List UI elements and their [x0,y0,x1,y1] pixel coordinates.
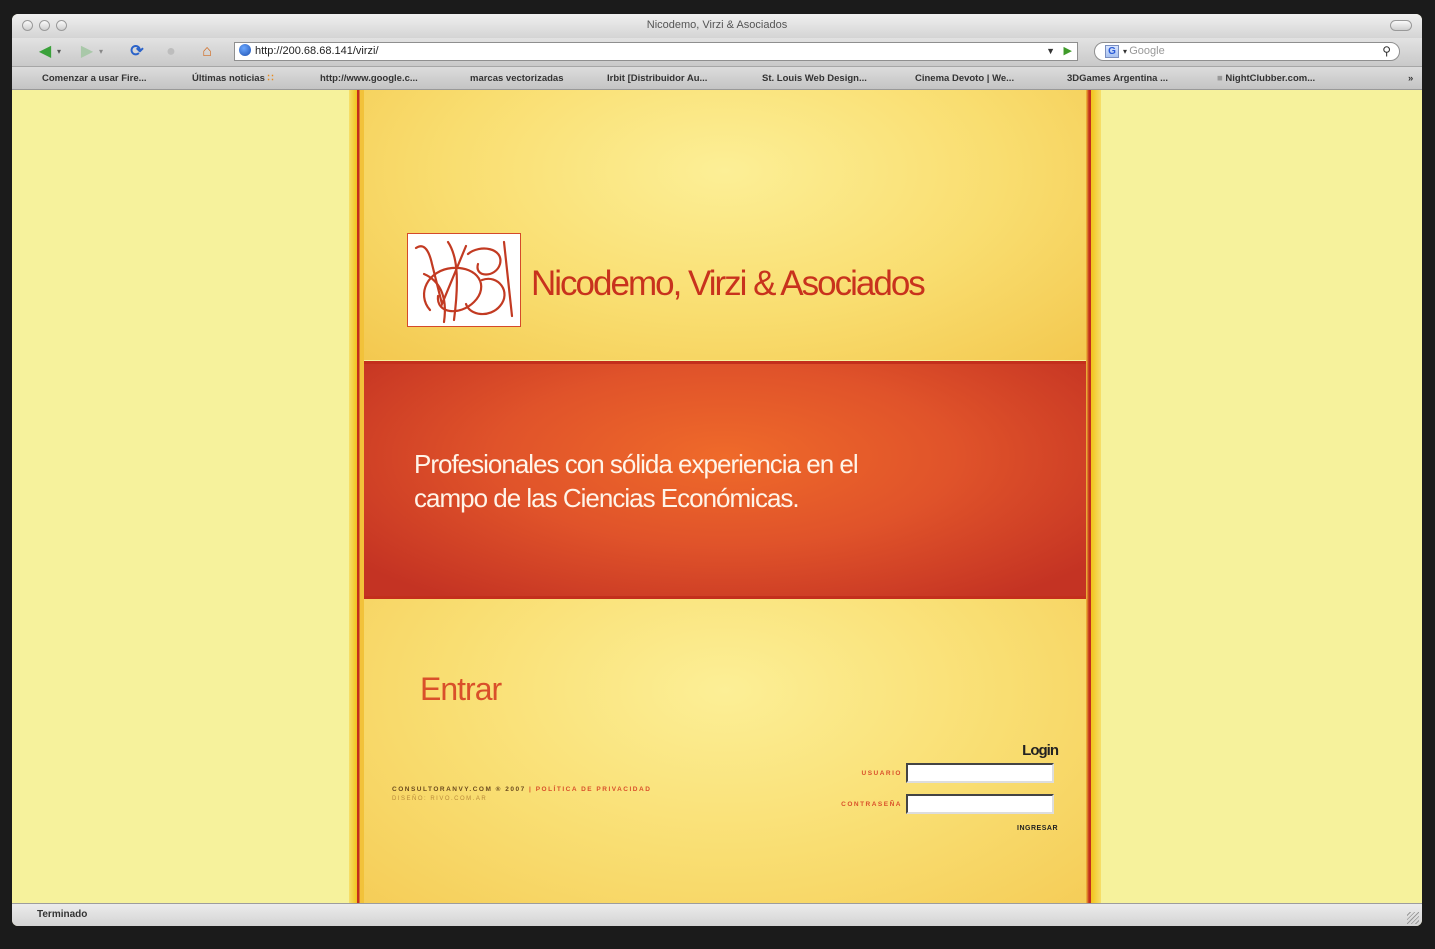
bookmark-item[interactable]: Irbit [Distribuidor Au... [607,73,707,84]
site-container: Nicodemo, Virzi & Asociados Profesionale… [349,90,1101,903]
go-arrow-icon[interactable]: ▶ [1064,43,1072,60]
bookmark-item[interactable]: 3DGames Argentina ... [1067,73,1168,84]
url-text: http://200.68.68.141/virzi/ [255,45,379,57]
bookmark-item[interactable]: http://www.google.c... [320,73,418,84]
resize-grip-icon[interactable] [1407,912,1419,924]
username-input[interactable] [906,763,1054,783]
title-bar: Nicodemo, Virzi & Asociados [12,14,1422,39]
ingresar-button[interactable]: INGRESAR [1017,825,1058,832]
bookmark-item[interactable]: St. Louis Web Design... [762,73,867,84]
footer-copyright: CONSULTORANVY.COM ® 2007 | POLÍTICA DE P… [392,786,652,793]
hero-banner: Profesionales con sólida experiencia en … [364,361,1086,599]
forward-history-dropdown-icon[interactable]: ▾ [96,43,106,61]
search-box[interactable]: G ▾ Google ⚲ [1094,42,1400,61]
search-engine-icon[interactable]: G [1105,45,1119,58]
bookmark-item[interactable]: Últimas noticias ∷ [192,73,274,84]
bookmark-item[interactable]: marcas vectorizadas [470,73,563,84]
navigation-toolbar: ◀ ▾ ▶ ▾ ⟳ ● ⌂ http://200.68.68.141/virzi… [12,38,1422,67]
company-name: Nicodemo, Virzi & Asociados [531,264,926,303]
stop-icon[interactable]: ● [162,43,180,61]
back-arrow-icon[interactable]: ◀ [36,43,54,61]
site-left-border [349,90,364,903]
forward-arrow-icon[interactable]: ▶ [78,43,96,61]
site-right-border [1086,90,1101,903]
search-placeholder: Google [1129,45,1165,57]
login-section: Entrar CONSULTORANVY.COM ® 2007 | POLÍTI… [364,599,1086,903]
rss-icon: ∷ [267,73,274,84]
search-magnifier-icon[interactable]: ⚲ [1382,43,1391,60]
login-title: Login [1022,742,1059,759]
site-content: Nicodemo, Virzi & Asociados Profesionale… [364,90,1086,903]
url-history-dropdown-icon[interactable]: ▼ [1046,43,1055,60]
home-icon[interactable]: ⌂ [198,43,216,61]
monogram-icon [414,240,514,324]
browser-window: Nicodemo, Virzi & Asociados ◀ ▾ ▶ ▾ ⟳ ● … [12,14,1422,926]
bookmarks-overflow-chevron-icon[interactable]: » [1408,73,1413,84]
privacy-policy-link[interactable]: POLÍTICA DE PRIVACIDAD [536,786,652,793]
bookmark-item[interactable]: Comenzar a usar Fire... [42,73,147,84]
username-label: USUARIO [861,770,902,777]
site-header: Nicodemo, Virzi & Asociados [364,90,1086,360]
design-credit-link[interactable]: DISEÑO: RIVO.COM.AR [392,796,487,802]
status-bar: Terminado [12,903,1422,926]
bookmarks-toolbar: Comenzar a usar Fire... Últimas noticias… [12,67,1422,90]
toolbar-toggle-button[interactable] [1390,20,1412,31]
password-input[interactable] [906,794,1054,814]
window-title: Nicodemo, Virzi & Asociados [646,19,788,31]
entrar-heading: Entrar [420,671,502,707]
reload-icon[interactable]: ⟳ [128,43,146,61]
bookmark-item[interactable]: Cinema Devoto | We... [915,73,1014,84]
site-globe-icon [239,44,251,56]
hero-tagline: Profesionales con sólida experiencia en … [414,449,859,513]
back-history-dropdown-icon[interactable]: ▾ [54,43,64,61]
address-bar[interactable]: http://200.68.68.141/virzi/ ▼ ▶ [234,42,1078,61]
page-viewport: Nicodemo, Virzi & Asociados Profesionale… [12,90,1422,903]
company-logo-monogram [407,233,521,327]
bookmark-item[interactable]: ■ NightClubber.com... [1217,73,1315,84]
password-label: CONTRASEÑA [841,801,902,808]
status-text: Terminado [37,909,88,920]
